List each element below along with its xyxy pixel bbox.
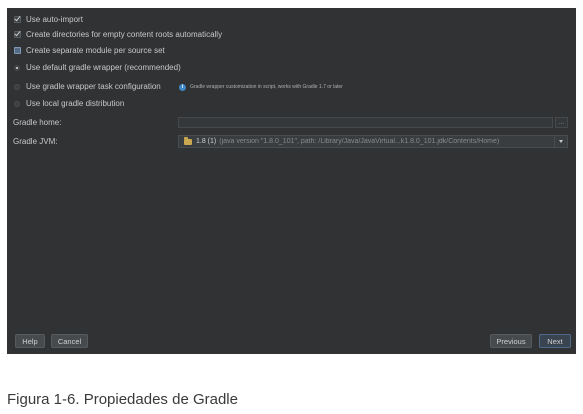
gradle-jvm-label: Gradle JVM: <box>13 137 58 146</box>
auto-import-option[interactable]: Use auto-import <box>14 14 83 25</box>
gradle-home-label: Gradle home: <box>13 118 62 127</box>
create-directories-option[interactable]: Create directories for empty content roo… <box>14 29 222 40</box>
wrapper-info-text: Gradle wrapper customization in script, … <box>190 84 343 90</box>
figure-caption: Figura 1-6. Propiedades de Gradle <box>7 391 238 408</box>
create-directories-checkbox[interactable] <box>14 31 21 38</box>
gradle-home-field[interactable] <box>178 117 553 128</box>
wrapper-task-label: Use gradle wrapper task configuration <box>26 82 161 91</box>
info-icon: i <box>179 83 186 91</box>
gradle-jvm-select[interactable]: 1.8 (1) (java version "1.8.0_101", path:… <box>178 135 568 148</box>
gradle-settings-dialog: Use auto-import Create directories for e… <box>7 8 576 354</box>
gradle-home-browse-button[interactable]: ... <box>555 117 568 128</box>
wrapper-info-note: i Gradle wrapper customization in script… <box>179 82 343 92</box>
default-wrapper-option[interactable]: Use default gradle wrapper (recommended) <box>14 62 181 73</box>
help-button[interactable]: Help <box>15 334 45 348</box>
chevron-down-icon[interactable] <box>554 136 567 147</box>
wrapper-task-radio[interactable] <box>14 83 20 90</box>
gradle-jvm-selected-detail: (java version "1.8.0_101", path: /Librar… <box>219 138 500 145</box>
local-distribution-label: Use local gradle distribution <box>26 99 125 108</box>
separate-module-option[interactable]: Create separate module per source set <box>14 45 165 56</box>
gradle-jvm-selected-name: 1.8 (1) <box>196 138 217 145</box>
next-button[interactable]: Next <box>539 334 571 348</box>
auto-import-checkbox[interactable] <box>14 16 21 23</box>
create-directories-label: Create directories for empty content roo… <box>26 30 223 39</box>
default-wrapper-label: Use default gradle wrapper (recommended) <box>26 63 181 72</box>
wrapper-task-option[interactable]: Use gradle wrapper task configuration <box>14 81 161 92</box>
cancel-button[interactable]: Cancel <box>51 334 88 348</box>
separate-module-label: Create separate module per source set <box>26 46 165 55</box>
auto-import-label: Use auto-import <box>26 15 83 24</box>
default-wrapper-radio[interactable] <box>14 64 20 71</box>
folder-icon <box>184 136 192 145</box>
separate-module-checkbox[interactable] <box>14 47 21 54</box>
local-distribution-option[interactable]: Use local gradle distribution <box>14 98 124 109</box>
previous-button[interactable]: Previous <box>490 334 532 348</box>
local-distribution-radio[interactable] <box>14 100 20 107</box>
